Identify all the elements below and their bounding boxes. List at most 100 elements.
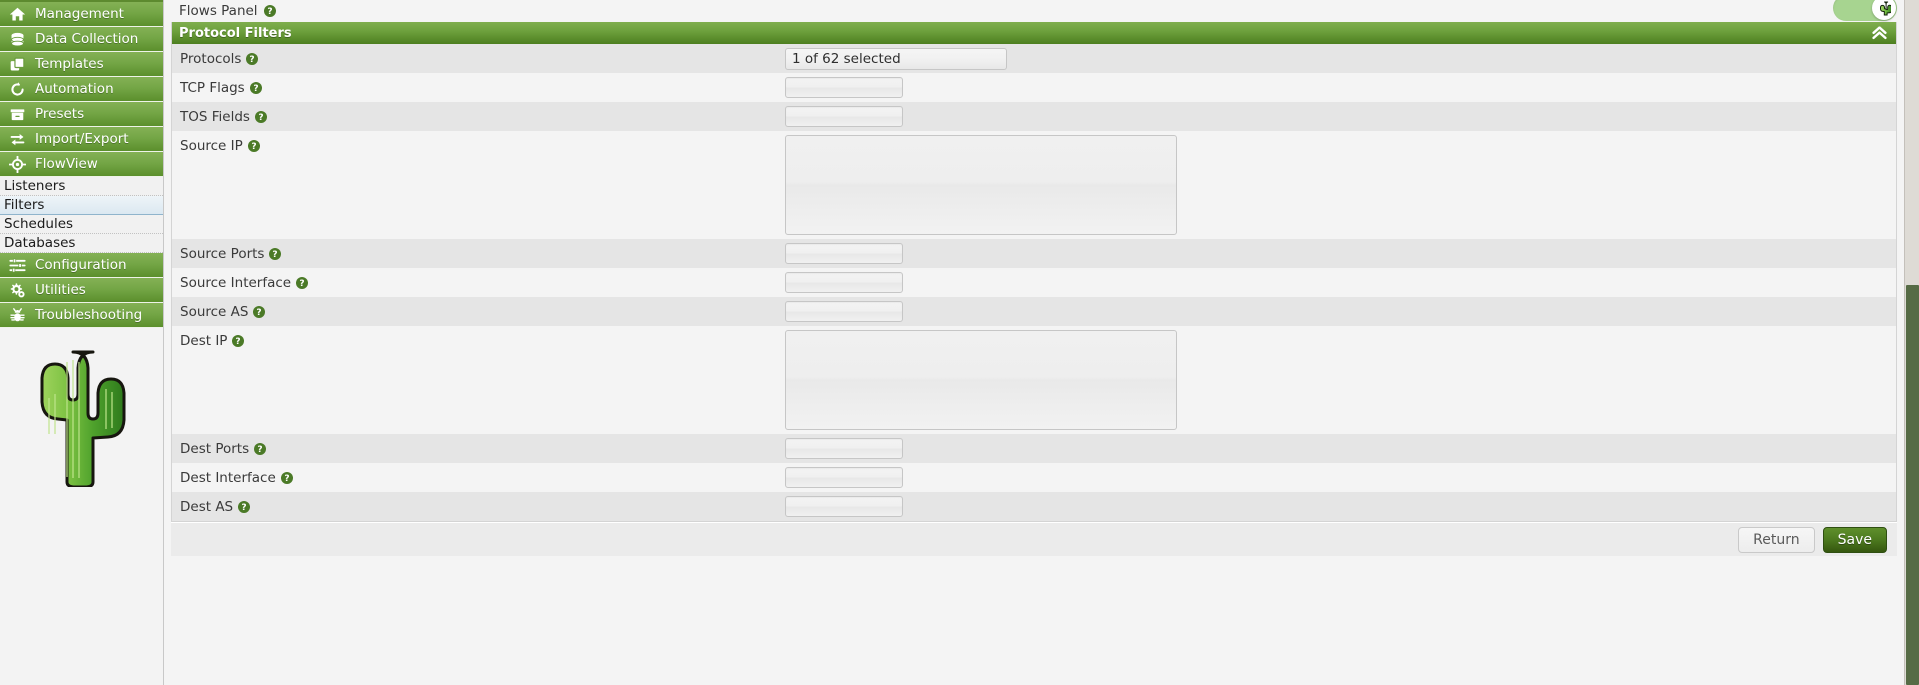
filter-label-dest-as: Dest AS? — [172, 492, 785, 521]
help-icon[interactable]: ? — [253, 305, 266, 318]
svg-text:?: ? — [267, 7, 272, 17]
target-crosshair-icon — [9, 155, 26, 173]
database-icon — [9, 31, 26, 48]
dest-ip-textarea[interactable] — [785, 330, 1177, 430]
sidebar-item-configuration[interactable]: Configuration — [0, 253, 163, 278]
svg-text:?: ? — [253, 84, 258, 94]
svg-text:?: ? — [257, 308, 262, 318]
protocols-dropdown[interactable]: 1 of 62 selected — [785, 48, 1007, 70]
sidebar-item-label: Data Collection — [35, 31, 139, 47]
sidebar-primary-nav: Management Data Collection Templates Automa… — [0, 2, 163, 177]
filter-label-dest-ports: Dest Ports? — [172, 434, 785, 463]
protocol-filters-panel: Protocol Filters Protocols? 1 of 62 selec… — [171, 22, 1897, 522]
label-text: Source Interface — [180, 274, 292, 291]
sidebar-subitem-databases[interactable]: Databases — [0, 234, 163, 253]
sidebar-item-automation[interactable]: Automation — [0, 77, 163, 102]
sidebar-sub-nav: Listeners Filters Schedules Databases — [0, 177, 163, 253]
sidebar-item-label: Presets — [35, 106, 85, 122]
sidebar-item-label: Management — [35, 6, 124, 22]
filter-label-tcp-flags: TCP Flags? — [172, 73, 785, 102]
filters-form: Flows Panel ? Protocol Filters Protocols… — [171, 0, 1897, 556]
sidebar-item-management[interactable]: Management — [0, 2, 163, 27]
tcp-flags-input[interactable] — [785, 77, 903, 98]
help-icon[interactable]: ? — [254, 110, 267, 123]
sidebar-subitem-listeners[interactable]: Listeners — [0, 177, 163, 196]
sidebar-subitem-schedules[interactable]: Schedules — [0, 215, 163, 234]
help-icon[interactable]: ? — [247, 139, 260, 152]
flows-panel-label: Flows Panel — [179, 3, 258, 19]
filter-label-protocols: Protocols? — [172, 44, 785, 73]
sidebar-item-label: Automation — [35, 81, 114, 97]
gears-icon — [9, 282, 26, 299]
sidebar-item-import-export[interactable]: Import/Export — [0, 127, 163, 152]
cactus-icon — [1879, 1, 1891, 15]
filter-row-dest-ports: Dest Ports? — [172, 434, 1896, 463]
help-icon[interactable]: ? — [246, 52, 259, 65]
filter-rows: Protocols? 1 of 62 selected TCP Flags? TOS … — [172, 44, 1896, 521]
source-interface-input[interactable] — [785, 272, 903, 293]
dest-as-input[interactable] — [785, 496, 903, 517]
filter-row-dest-ip: Dest IP? — [172, 326, 1896, 434]
refresh-icon — [9, 81, 26, 98]
help-icon[interactable]: ? — [254, 442, 267, 455]
sidebar-item-utilities[interactable]: Utilities — [0, 278, 163, 303]
help-icon[interactable]: ? — [269, 247, 282, 260]
filter-row-source-as: Source AS? — [172, 297, 1896, 326]
help-icon[interactable]: ? — [249, 81, 262, 94]
source-ip-textarea[interactable] — [785, 135, 1177, 235]
dropdown-value[interactable]: 1 of 62 selected — [785, 48, 1007, 70]
sidebar-item-label: FlowView — [35, 156, 98, 172]
tos-fields-input[interactable] — [785, 106, 903, 127]
svg-text:?: ? — [250, 55, 255, 65]
svg-text:?: ? — [251, 142, 256, 152]
help-icon[interactable]: ? — [263, 5, 276, 17]
source-ports-input[interactable] — [785, 243, 903, 264]
filter-row-tcp-flags: TCP Flags? — [172, 73, 1896, 102]
label-text: TOS Fields — [180, 108, 250, 125]
filter-label-tos-fields: TOS Fields? — [172, 102, 785, 131]
label-text: Dest AS — [180, 498, 234, 515]
sidebar-item-label: Import/Export — [35, 131, 129, 147]
dest-ports-input[interactable] — [785, 438, 903, 459]
filter-label-dest-ip: Dest IP? — [172, 326, 785, 355]
dest-interface-input[interactable] — [785, 467, 903, 488]
return-button[interactable]: Return — [1738, 526, 1815, 553]
sidebar-subitem-filters[interactable]: Filters — [0, 196, 163, 215]
flows-panel-toggle[interactable] — [1833, 0, 1897, 21]
help-icon[interactable]: ? — [232, 334, 245, 347]
flows-panel-bar: Flows Panel ? — [171, 0, 1897, 22]
copy-icon — [9, 56, 26, 73]
panel-title: Protocol Filters — [179, 25, 292, 41]
vertical-scrollbar[interactable] — [1904, 0, 1919, 685]
filter-row-protocols: Protocols? 1 of 62 selected — [172, 44, 1896, 73]
bug-icon — [9, 307, 26, 324]
sidebar-subitem-label: Databases — [4, 235, 76, 251]
double-chevron-up-icon[interactable] — [1872, 26, 1887, 40]
panel-header: Protocol Filters — [172, 22, 1896, 44]
save-button[interactable]: Save — [1822, 526, 1887, 553]
archive-box-icon — [9, 106, 26, 123]
filter-label-source-interface: Source Interface? — [172, 268, 785, 297]
help-icon[interactable]: ? — [238, 500, 251, 513]
help-icon[interactable]: ? — [296, 276, 309, 289]
label-text: Dest Ports — [180, 440, 250, 457]
sidebar-item-presets[interactable]: Presets — [0, 102, 163, 127]
source-as-input[interactable] — [785, 301, 903, 322]
label-text: Dest Interface — [180, 469, 276, 486]
sidebar-item-data-collection[interactable]: Data Collection — [0, 27, 163, 52]
home-icon — [9, 6, 26, 23]
svg-text:?: ? — [299, 279, 304, 289]
app-root: Management Data Collection Templates Automa… — [0, 0, 1919, 685]
exchange-arrows-icon — [9, 131, 26, 148]
help-icon[interactable]: ? — [280, 471, 293, 484]
sidebar-item-troubleshooting[interactable]: Troubleshooting — [0, 303, 163, 328]
filter-label-source-ports: Source Ports? — [172, 239, 785, 268]
sidebar-secondary-nav: Configuration Utilities Troubleshooting — [0, 253, 163, 328]
label-text: Source Ports — [180, 245, 265, 262]
sidebar-item-flowview[interactable]: FlowView — [0, 152, 163, 177]
svg-text:?: ? — [242, 503, 247, 513]
filter-control-source-as — [785, 297, 1896, 322]
scrollbar-thumb[interactable] — [1906, 285, 1919, 685]
filter-control-protocols: 1 of 62 selected — [785, 44, 1896, 70]
sidebar-item-templates[interactable]: Templates — [0, 52, 163, 77]
